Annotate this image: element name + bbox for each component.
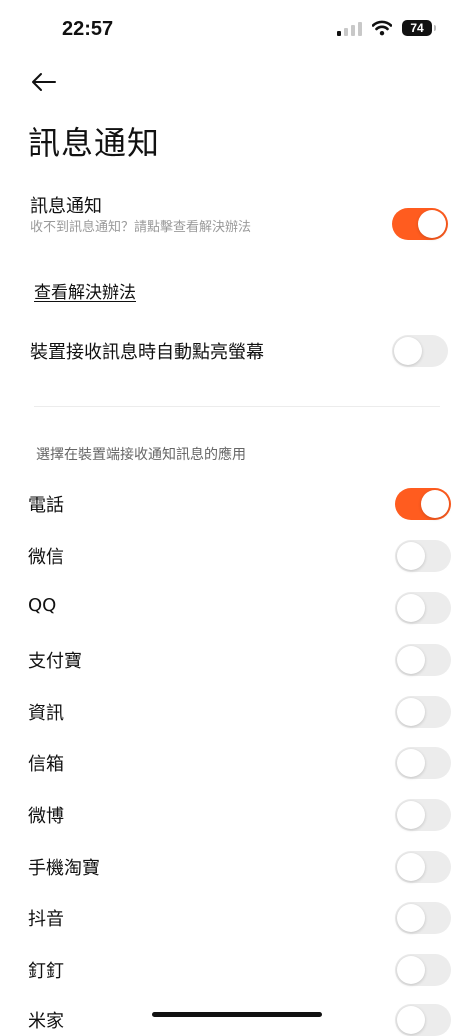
app-toggle-mijia[interactable] <box>395 1004 451 1036</box>
toggle-knob <box>397 801 425 829</box>
battery-icon: 74 <box>402 20 436 36</box>
toggle-knob <box>397 1006 425 1034</box>
app-label-mijia: 米家 <box>28 1011 64 1032</box>
app-toggle-mail[interactable] <box>395 747 451 779</box>
toggle-knob <box>397 542 425 570</box>
app-label-douyin: 抖音 <box>28 909 64 930</box>
app-label-alipay: 支付寶 <box>28 651 82 672</box>
app-toggle-weibo[interactable] <box>395 799 451 831</box>
app-toggle-dingtalk[interactable] <box>395 954 451 986</box>
toggle-knob <box>397 698 425 726</box>
app-toggle-messages[interactable] <box>395 696 451 728</box>
toggle-knob <box>418 210 446 238</box>
status-icons: 74 <box>337 20 436 36</box>
app-label-messages: 資訊 <box>28 703 64 724</box>
toggle-knob <box>397 594 425 622</box>
app-toggle-taobao[interactable] <box>395 851 451 883</box>
wake-screen-label: 裝置接收訊息時自動點亮螢幕 <box>30 342 264 363</box>
app-label-dingtalk: 釘釘 <box>28 961 64 982</box>
app-toggle-wechat[interactable] <box>395 540 451 572</box>
notification-toggle[interactable] <box>392 208 448 240</box>
toggle-knob <box>397 853 425 881</box>
notification-label: 訊息通知 <box>30 196 102 217</box>
app-label-wechat: 微信 <box>28 547 64 568</box>
toggle-knob <box>394 337 422 365</box>
app-label-phone: 電話 <box>28 495 64 516</box>
app-toggle-phone[interactable] <box>395 488 451 520</box>
wake-screen-toggle[interactable] <box>392 335 448 367</box>
app-label-taobao: 手機淘寶 <box>28 858 100 879</box>
toggle-knob <box>397 956 425 984</box>
toggle-knob <box>421 490 449 518</box>
toggle-knob <box>397 646 425 674</box>
status-time: 22:57 <box>62 18 114 40</box>
app-label-qq: QQ <box>28 595 57 616</box>
notification-subtitle: 收不到訊息通知？請點擊查看解決辦法 <box>30 220 252 235</box>
toggle-knob <box>397 904 425 932</box>
app-toggle-douyin[interactable] <box>395 902 451 934</box>
page-title: 訊息通知 <box>28 124 161 162</box>
home-indicator[interactable] <box>152 1012 322 1017</box>
apps-section-heading: 選擇在裝置端接收通知訊息的應用 <box>36 447 246 463</box>
app-toggle-qq[interactable] <box>395 592 451 624</box>
app-label-weibo: 微博 <box>28 806 64 827</box>
back-arrow-icon[interactable] <box>28 66 60 98</box>
toggle-knob <box>397 749 425 777</box>
cellular-signal-icon <box>337 20 362 36</box>
help-link[interactable]: 查看解決辦法 <box>34 278 136 303</box>
wifi-icon <box>372 20 392 36</box>
app-label-mail: 信箱 <box>28 754 64 775</box>
divider <box>34 406 440 407</box>
app-toggle-alipay[interactable] <box>395 644 451 676</box>
